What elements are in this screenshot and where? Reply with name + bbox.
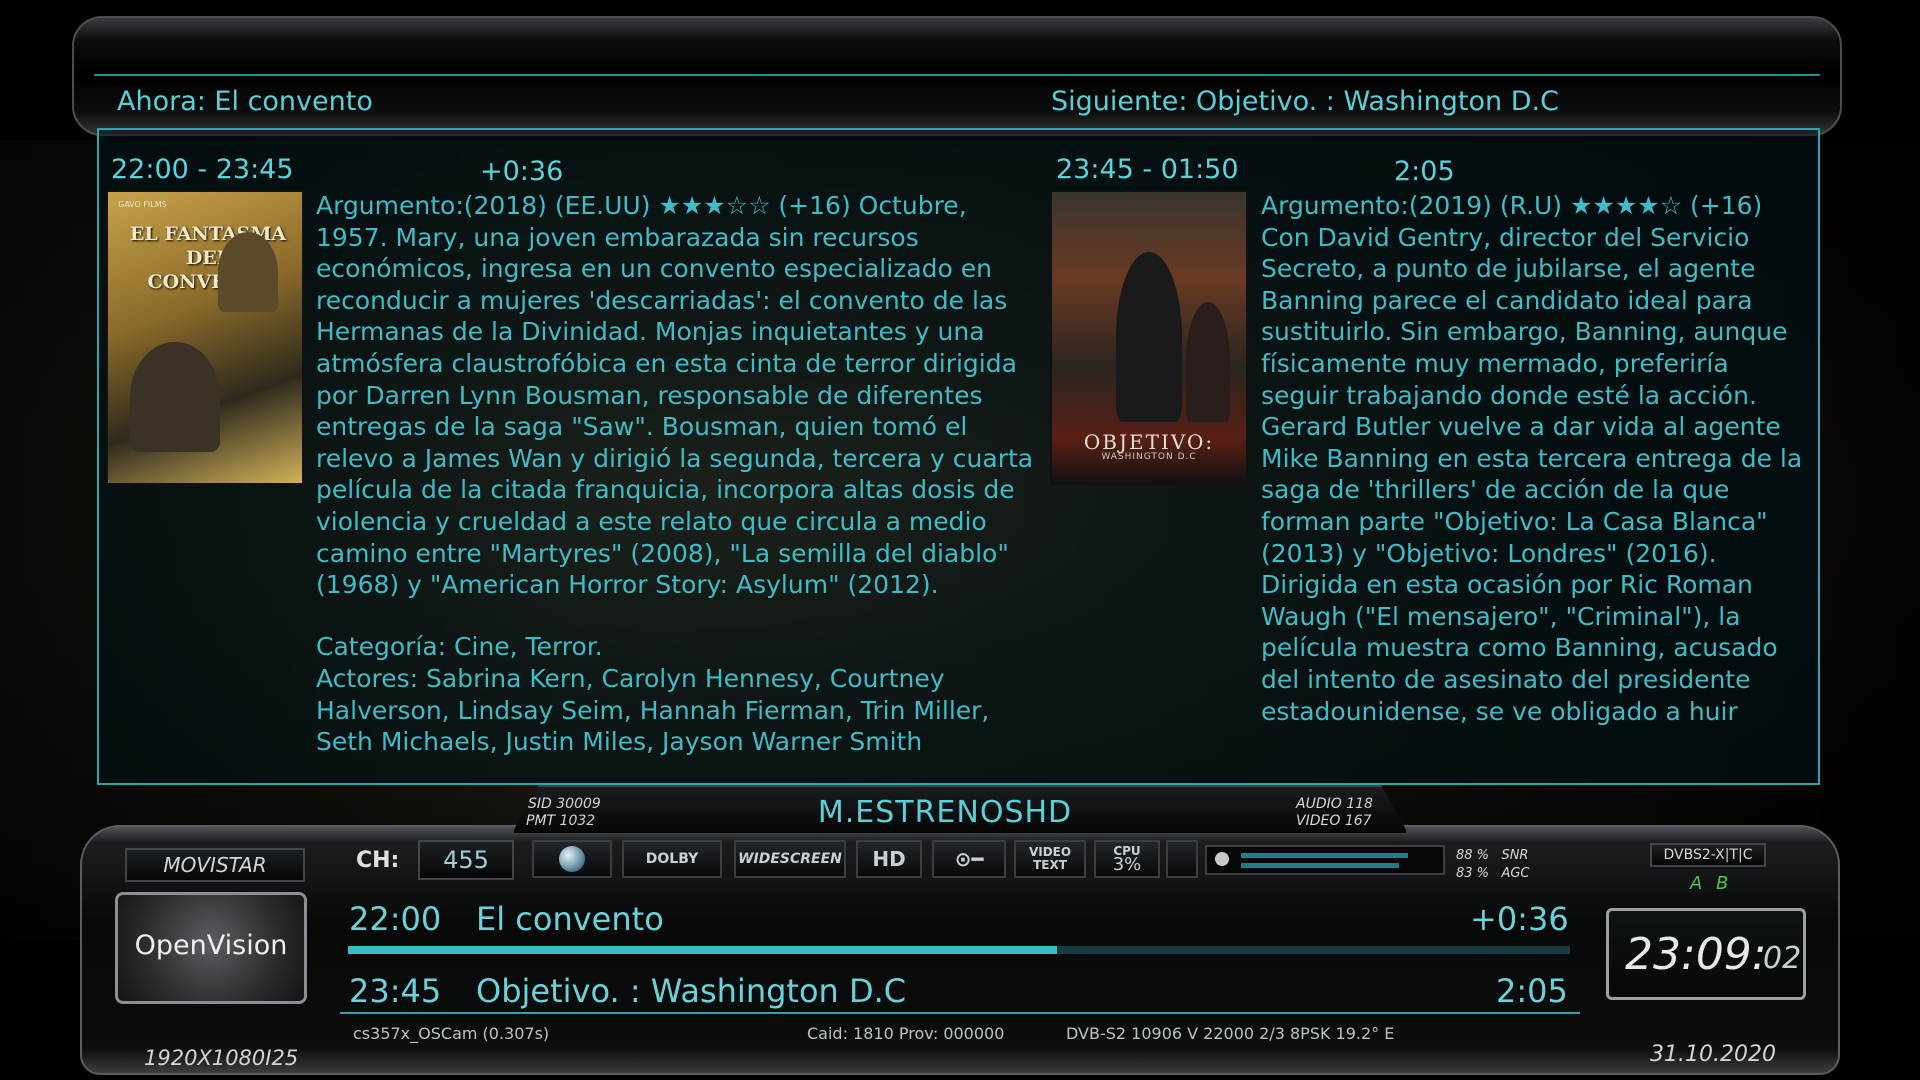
caid-info: Caid: 1810 Prov: 000000	[807, 1024, 1005, 1043]
sid-label: SID	[528, 796, 552, 812]
next-event-description: Argumento:(2019) (R.U) ★★★★☆ (+16) Con D…	[1261, 191, 1803, 726]
video-pid-label: VIDEO	[1296, 813, 1341, 829]
pmt-info: PMT 1032	[526, 813, 595, 829]
video-resolution: 1920X1080I25	[144, 1046, 299, 1070]
current-event-time: 22:00 - 23:45	[111, 154, 294, 185]
cpu-indicator: CPU 3%	[1094, 840, 1160, 878]
event-progress-bar	[348, 946, 1570, 954]
snr-bar	[1241, 853, 1409, 858]
current-event-remaining: +0:36	[480, 156, 564, 187]
dolby-icon: DOLBY	[622, 840, 722, 878]
channel-number-label: CH:	[356, 848, 400, 873]
channel-name: M.ESTRENOSHD	[817, 795, 1073, 830]
status-slot	[1166, 840, 1198, 878]
audio-pid-value: 118	[1346, 796, 1373, 812]
date-display: 31.10.2020	[1650, 1042, 1776, 1067]
provider-name: MOVISTAR	[125, 848, 305, 882]
transponder-info: DVB-S2 10906 V 22000 2/3 8PSK 19.2° E	[1066, 1024, 1395, 1043]
next-event-length: 2:05	[1496, 972, 1568, 1010]
crypt-key-icon: ⊙━	[932, 840, 1006, 878]
snr-value: 88 %	[1456, 848, 1490, 863]
sid-value: 30009	[556, 796, 601, 812]
hd-icon: HD	[856, 840, 922, 878]
poster-figure	[218, 232, 278, 312]
current-event-category: Categoría: Cine, Terror.	[316, 632, 603, 661]
current-event-description: Argumento:(2018) (EE.UU) ★★★☆☆ (+16) Oct…	[316, 191, 1034, 600]
next-event-poster: OBJETIVO: WASHINGTON D.C	[1050, 190, 1248, 485]
video-pid-value: 167	[1344, 813, 1372, 829]
agc-readout: 83 % AGC	[1456, 866, 1529, 882]
next-event-start: 23:45	[349, 972, 442, 1010]
poster-figure	[130, 342, 220, 452]
globe-icon	[532, 840, 612, 878]
poster-studio: GAVO FILMS	[118, 200, 167, 209]
channel-number: 455	[418, 840, 514, 880]
tuner-types: DVBS2-X|T|C	[1650, 843, 1766, 867]
snr-label: SNR	[1501, 848, 1529, 863]
cpu-value: 3%	[1112, 854, 1142, 875]
top-bar	[72, 16, 1842, 136]
snr-readout: 88 % SNR	[1456, 848, 1528, 864]
poster-subtitle: WASHINGTON D.C	[1101, 452, 1197, 462]
videotext-label-1: VIDEO	[1028, 845, 1072, 859]
now-label: Ahora: El convento	[117, 86, 373, 117]
current-event-poster: GAVO FILMS EL FANTASMA DEL CONVENIO	[106, 190, 304, 485]
cam-info: cs357x_OSCam (0.307s)	[353, 1024, 550, 1043]
signal-icon	[1215, 852, 1229, 866]
event-progress-fill	[348, 946, 1057, 954]
pmt-label: PMT	[526, 813, 556, 829]
dolby-label: DOLBY	[645, 851, 699, 867]
top-bar-divider	[94, 74, 1820, 76]
audio-pid-info: AUDIO 118	[1296, 796, 1373, 812]
clock-display: 23:09: 02	[1606, 908, 1806, 1000]
next-event-duration: 2:05	[1394, 156, 1455, 187]
next-event-time: 23:45 - 01:50	[1056, 154, 1239, 185]
clock-seconds: 02	[1763, 941, 1802, 976]
next-event-title-line: Objetivo. : Washington D.C	[476, 972, 907, 1010]
audio-pid-label: AUDIO	[1296, 796, 1342, 812]
video-pid-info: VIDEO 167	[1296, 813, 1372, 829]
poster-title: OBJETIVO:	[1083, 430, 1215, 454]
pmt-value: 1032	[559, 813, 596, 829]
current-event-actors: Actores: Sabrina Kern, Carolyn Hennesy, …	[316, 664, 990, 757]
poster-figure	[1116, 252, 1182, 422]
openvision-logo: OpenVision	[115, 892, 307, 1004]
screen: Ahora: El convento Siguiente: Objetivo. …	[0, 0, 1920, 1080]
infobar-divider	[340, 1012, 1580, 1014]
videotext-label-2: TEXT	[1033, 858, 1067, 872]
sid-info: SID 30009	[528, 796, 601, 812]
agc-bar	[1241, 863, 1399, 868]
now-event-title: El convento	[476, 900, 664, 938]
agc-value: 83 %	[1456, 866, 1490, 881]
widescreen-label: WIDESCREEN	[738, 851, 842, 867]
logo-text: OpenVision	[134, 930, 288, 961]
next-label: Siguiente: Objetivo. : Washington D.C	[1051, 86, 1559, 117]
now-event-remaining: +0:36	[1470, 900, 1569, 938]
hd-label: HD	[872, 847, 906, 871]
clock-time: 23:09:	[1625, 929, 1767, 980]
poster-figure	[1186, 302, 1230, 422]
widescreen-icon: WIDESCREEN	[734, 840, 846, 878]
tuner-slots: A B	[1690, 873, 1733, 894]
signal-meter	[1205, 845, 1445, 875]
videotext-icon: VIDEO TEXT	[1014, 840, 1086, 878]
now-event-time: 22:00	[349, 900, 442, 938]
agc-label: AGC	[1501, 866, 1530, 881]
